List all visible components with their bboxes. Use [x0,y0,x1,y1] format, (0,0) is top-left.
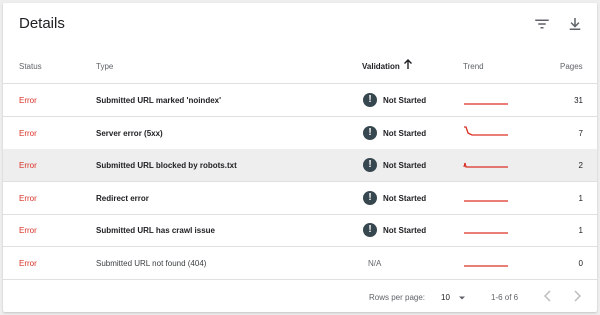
pagination-range: 1-6 of 6 [491,293,519,302]
table-row[interactable]: Error Submitted URL not found (404) N/A … [3,247,597,280]
col-trend: Trend [463,62,484,71]
type-text: Submitted URL marked 'noindex' [96,96,222,105]
trend-sparkline [462,189,510,209]
table-row[interactable]: Error Submitted URL has crawl issue ! No… [3,214,597,247]
col-validation[interactable]: Validation [362,62,400,71]
table-row[interactable]: Error Server error (5xx) ! Not Started 7 [3,117,597,150]
pages-count: 0 [578,259,583,268]
sort-up-arrow-icon[interactable] [403,58,413,70]
type-text: Submitted URL not found (404) [96,259,207,268]
trend-sparkline [462,156,510,176]
status-text: Error [19,129,37,138]
card-title: Details [19,15,65,32]
pages-count: 31 [574,96,583,105]
table-row[interactable]: Error Submitted URL marked 'noindex' ! N… [3,84,597,117]
alert-icon: ! [363,191,377,205]
rows-per-page-select[interactable]: 10 [441,293,450,302]
col-status[interactable]: Status [19,62,42,71]
chevron-right-icon[interactable] [569,288,585,304]
type-text: Submitted URL has crawl issue [96,226,215,235]
col-type[interactable]: Type [96,62,113,71]
pages-count: 2 [578,161,583,170]
trend-sparkline [462,91,510,111]
card-header: Details [3,3,597,47]
alert-icon: ! [363,93,377,107]
trend-sparkline [462,124,510,144]
status-text: Error [19,226,37,235]
type-text: Redirect error [96,194,149,203]
validation-text: N/A [368,259,382,268]
validation-text: Not Started [383,96,427,105]
trend-sparkline [462,221,510,241]
pages-count: 1 [578,194,583,203]
status-text: Error [19,96,37,105]
details-card: Details Status Type Validation Trend Pag… [3,3,597,312]
pages-count: 7 [578,129,583,138]
filter-icon[interactable] [533,15,551,33]
col-pages[interactable]: Pages [560,62,583,71]
status-text: Error [19,259,37,268]
chevron-left-icon[interactable] [540,288,556,304]
table-header: Status Type Validation Trend Pages [3,47,597,84]
table-row[interactable]: Error Submitted URL blocked by robots.tx… [3,149,597,182]
status-text: Error [19,194,37,203]
pages-count: 1 [578,226,583,235]
alert-icon: ! [363,126,377,140]
dropdown-arrow-icon[interactable] [457,293,467,303]
validation-text: Not Started [383,226,427,235]
table-footer: Rows per page: 10 1-6 of 6 [3,281,597,311]
validation-text: Not Started [383,194,427,203]
download-icon[interactable] [566,15,584,33]
type-text: Submitted URL blocked by robots.txt [96,161,237,170]
alert-icon: ! [363,223,377,237]
table-row[interactable]: Error Redirect error ! Not Started 1 [3,182,597,215]
validation-text: Not Started [383,129,427,138]
validation-text: Not Started [383,161,427,170]
type-text: Server error (5xx) [96,129,163,138]
alert-icon: ! [363,158,377,172]
trend-sparkline [462,254,510,274]
rows-per-page-label: Rows per page: [369,293,426,302]
status-text: Error [19,161,37,170]
